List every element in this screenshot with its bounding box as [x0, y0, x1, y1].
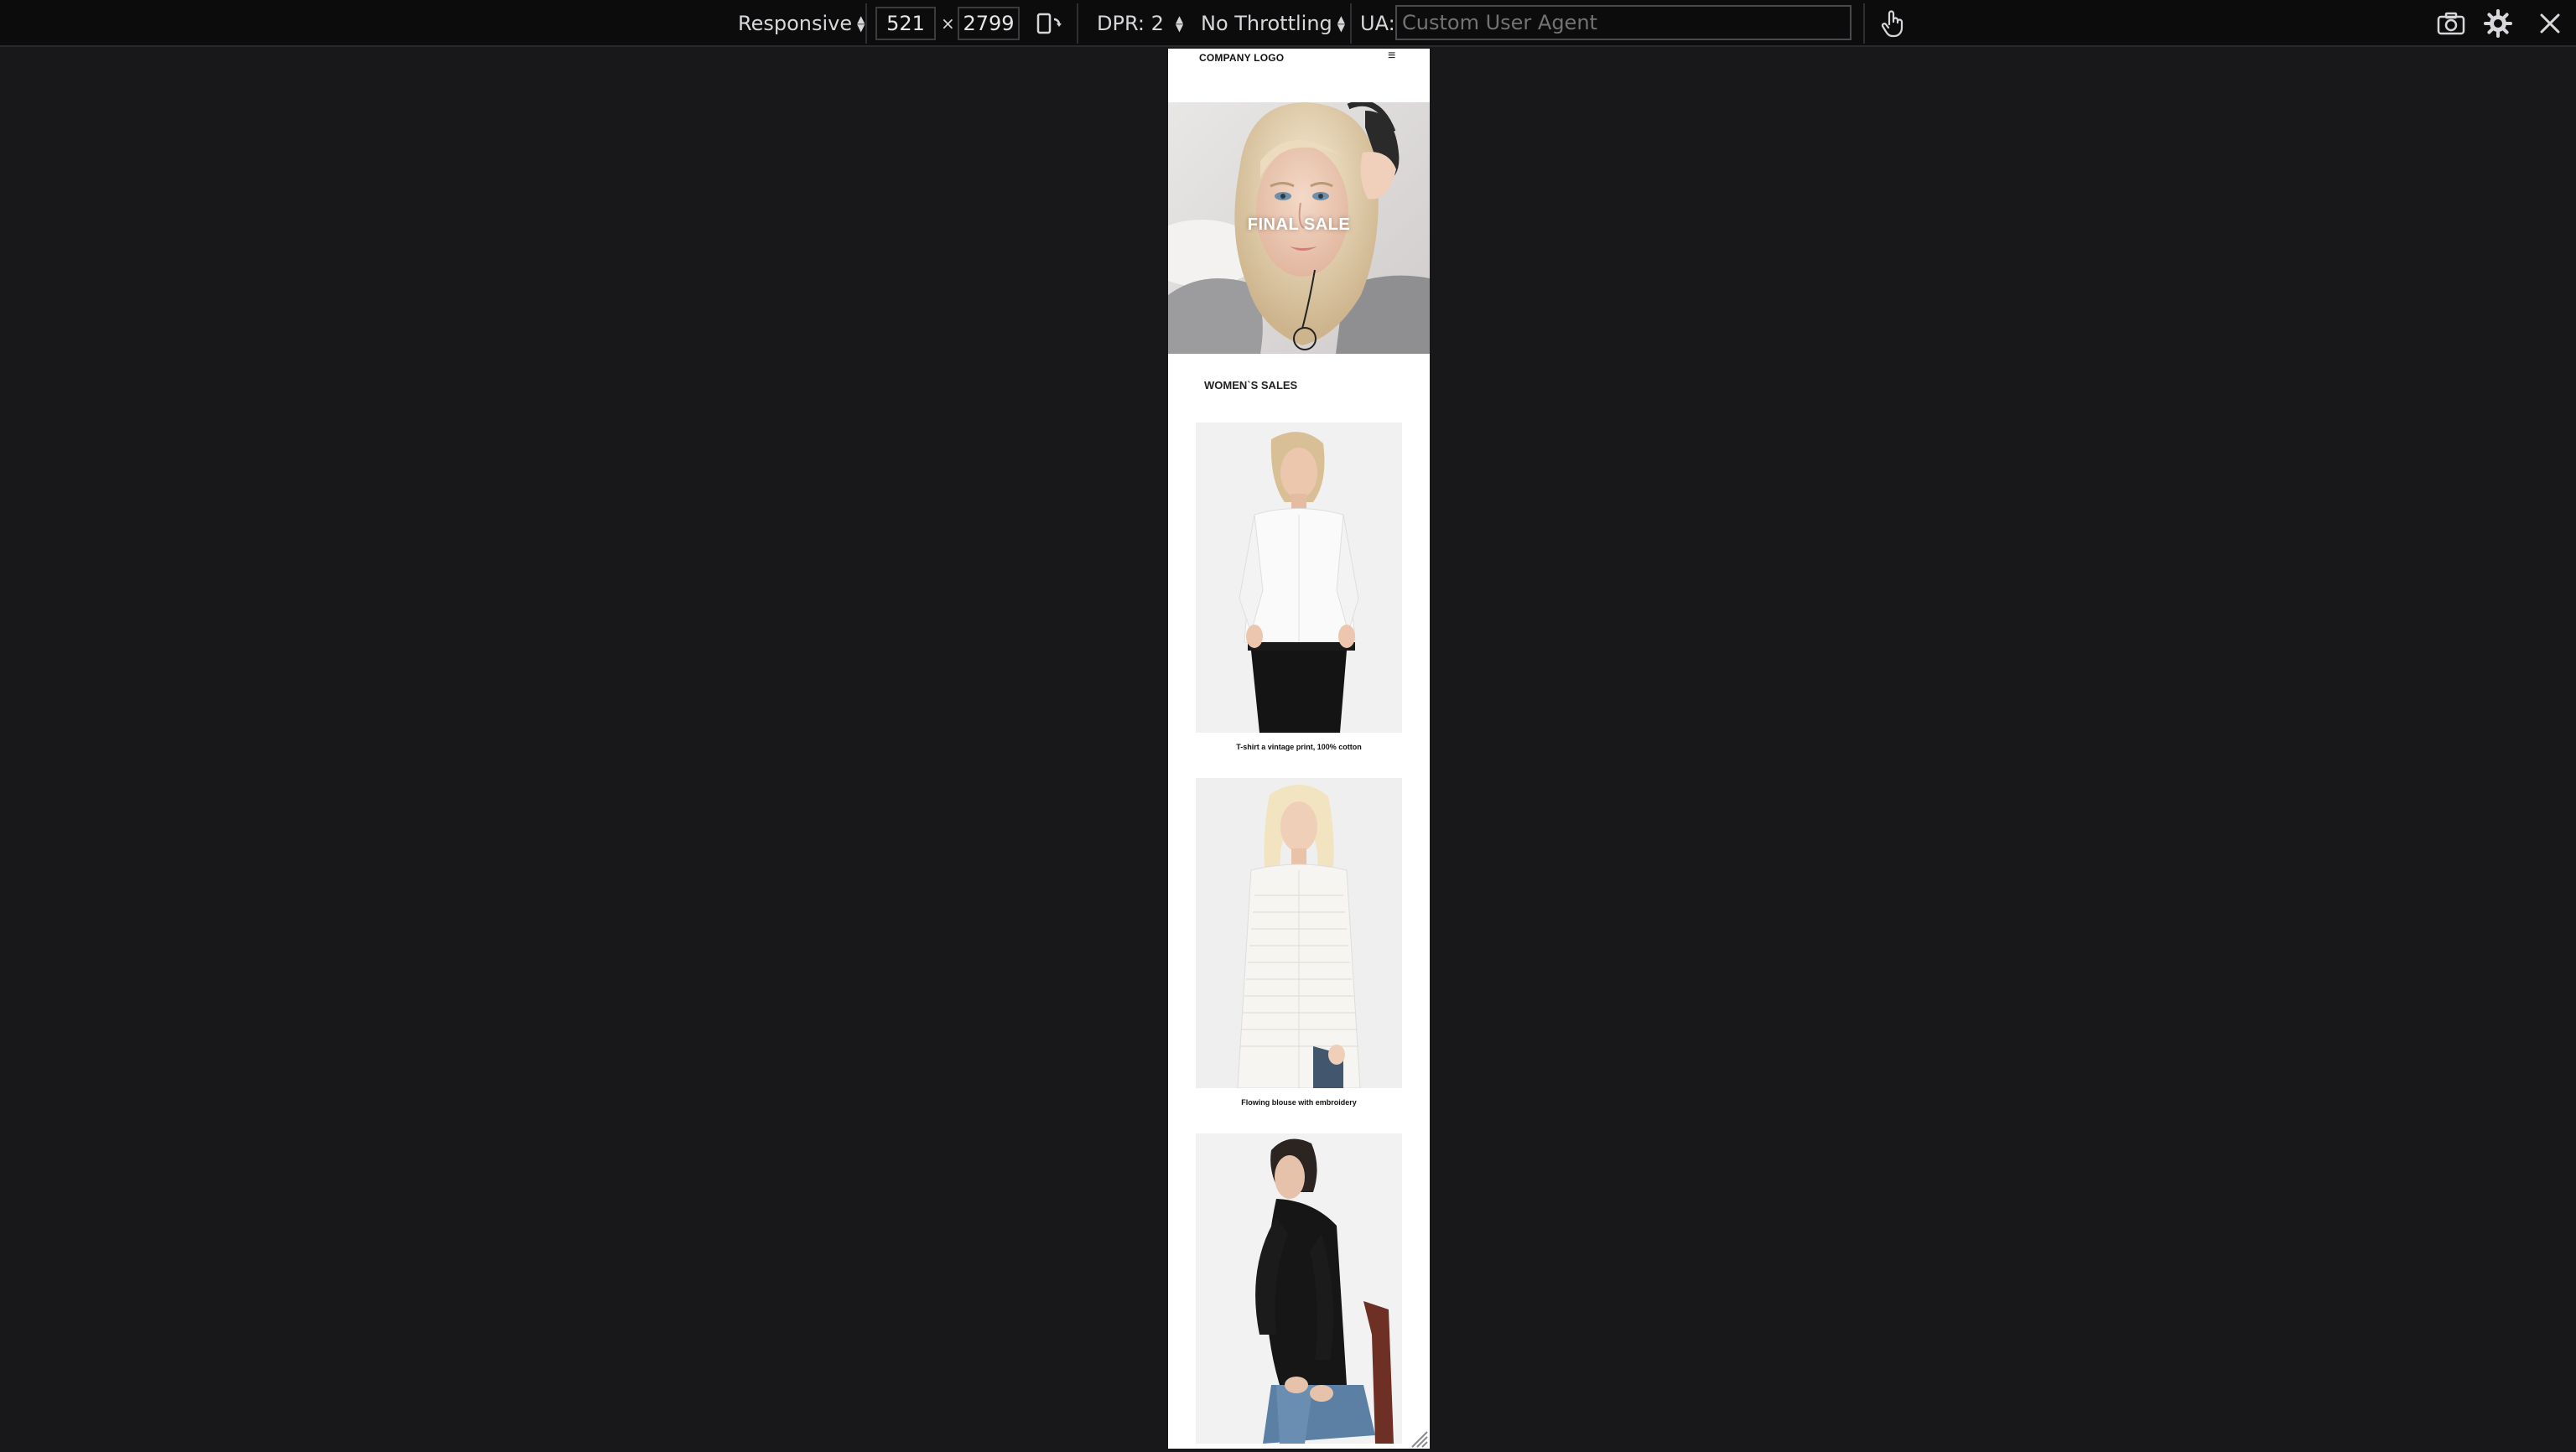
rdm-toolbar: Responsive ▲ ▼ 521 × 2799 DPR: 2 ▲ ▼ No Th… [0, 0, 2576, 47]
dimension-separator: × [941, 13, 955, 34]
device-viewport[interactable]: COMPANY LOGO ≡ FINAL SALE WOMEN`S SALES … [1168, 49, 1430, 1449]
rotate-icon[interactable] [1033, 0, 1067, 47]
updown-arrow-icon: ▲ ▼ [1337, 13, 1345, 34]
settings-icon[interactable] [2482, 0, 2514, 47]
throttling-selector-label: No Throttling [1201, 12, 1332, 35]
section-title: WOMEN`S SALES [1204, 379, 1298, 392]
product-image[interactable] [1196, 778, 1402, 1088]
touch-icon[interactable] [1877, 0, 1909, 47]
hero-title: FINAL SALE [1247, 215, 1351, 234]
hero-banner[interactable]: FINAL SALE [1168, 102, 1430, 354]
updown-arrow-icon: ▲ ▼ [1175, 13, 1184, 34]
updown-arrow-icon: ▲ ▼ [857, 13, 865, 34]
product-card[interactable]: Flowing blouse with embroidery [1196, 778, 1402, 1107]
throttling-selector[interactable]: No Throttling ▲ ▼ [1201, 0, 1345, 47]
user-agent-input[interactable]: Custom User Agent [1395, 5, 1852, 40]
resize-handle[interactable] [1407, 1427, 1429, 1449]
hamburger-menu-icon[interactable]: ≡ [1388, 49, 1395, 64]
product-card[interactable] [1196, 1133, 1402, 1444]
device-selector-label: Responsive [738, 12, 853, 35]
company-logo[interactable]: COMPANY LOGO [1199, 52, 1284, 64]
dpr-selector-label: DPR: 2 [1097, 12, 1164, 35]
viewport-width-input[interactable]: 521 [875, 7, 936, 40]
site-header: COMPANY LOGO ≡ [1168, 49, 1430, 101]
close-icon[interactable] [2534, 0, 2566, 47]
product-card[interactable]: T-shirt a vintage print, 100% cotton [1196, 423, 1402, 751]
dpr-selector[interactable]: DPR: 2 ▲ ▼ [1097, 0, 1183, 47]
product-caption[interactable]: T-shirt a vintage print, 100% cotton [1196, 743, 1402, 751]
product-image[interactable] [1196, 1133, 1402, 1444]
viewport-height-input[interactable]: 2799 [958, 7, 1020, 40]
ua-label: UA: [1360, 12, 1395, 35]
device-selector[interactable]: Responsive ▲ ▼ [738, 0, 865, 47]
screenshot-icon[interactable] [2435, 0, 2467, 47]
product-caption[interactable]: Flowing blouse with embroidery [1196, 1098, 1402, 1107]
product-image[interactable] [1196, 423, 1402, 733]
